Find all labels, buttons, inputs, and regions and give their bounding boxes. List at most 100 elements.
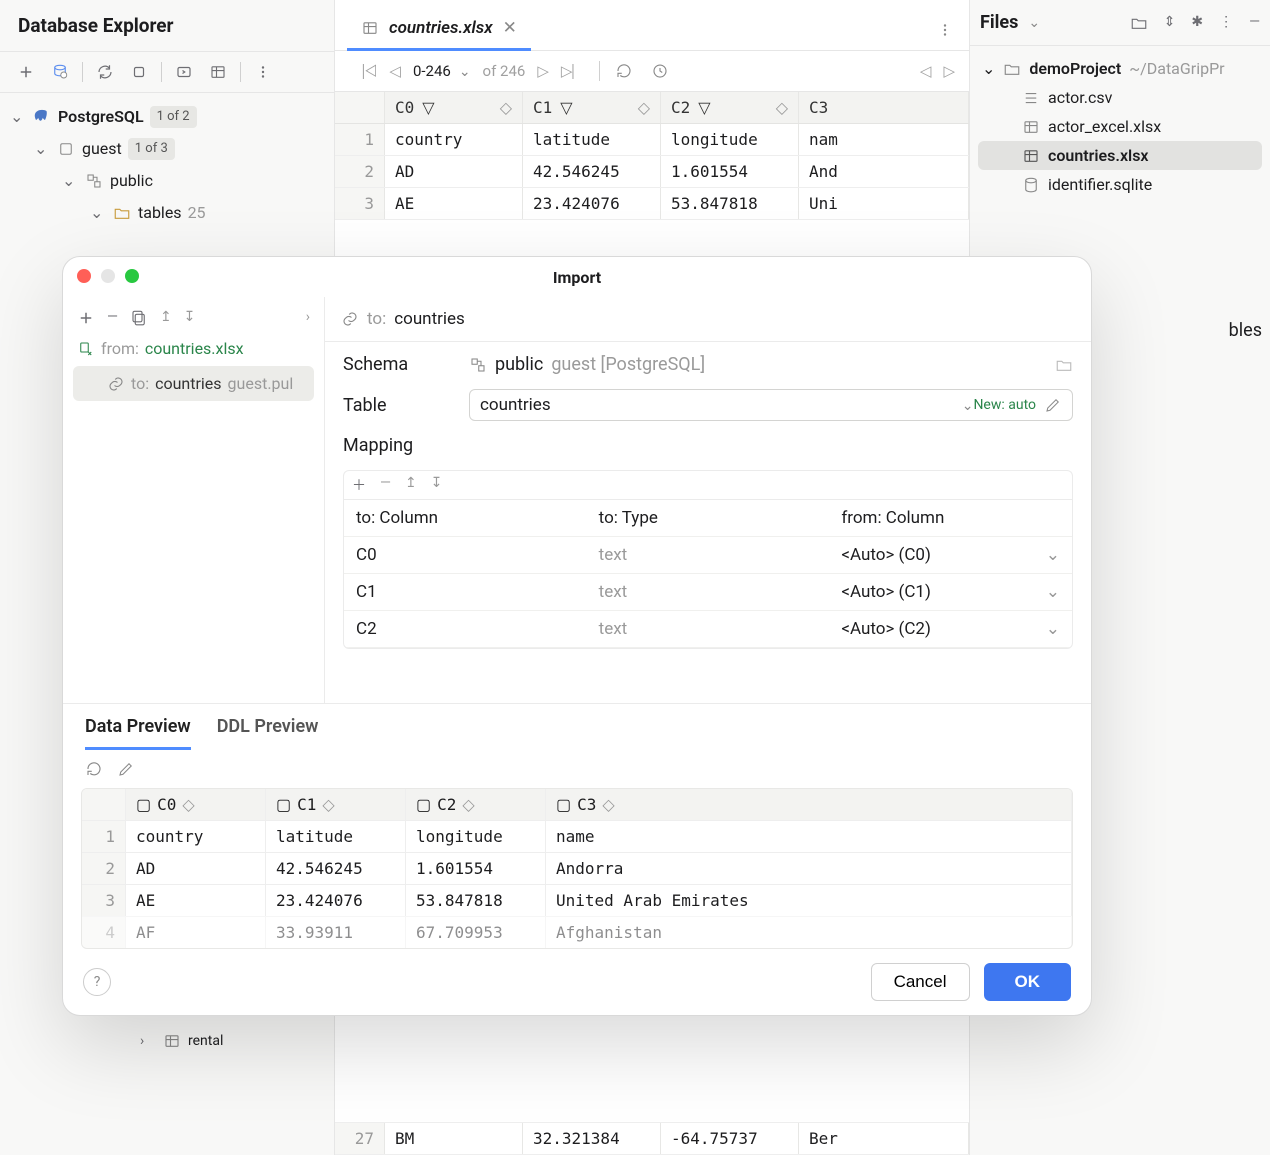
- destination-bar: to: countries: [325, 297, 1091, 342]
- mapping-row[interactable]: C2 text <Auto> (C2)⌄: [344, 611, 1072, 648]
- minimize-window-icon[interactable]: [101, 269, 115, 283]
- preview-col-header[interactable]: ▢ C3 ◇: [546, 789, 1072, 820]
- filter-icon[interactable]: ▽: [422, 98, 434, 117]
- ok-button[interactable]: OK: [984, 963, 1072, 1001]
- close-icon[interactable]: ✕: [503, 18, 517, 38]
- file-item[interactable]: countries.xlsx: [978, 141, 1262, 170]
- import-target-row[interactable]: to: countries guest.pul: [73, 366, 314, 401]
- cancel-button[interactable]: Cancel: [871, 963, 970, 1001]
- zoom-window-icon[interactable]: [125, 269, 139, 283]
- chevron-down-icon[interactable]: ⌄: [1046, 619, 1060, 639]
- preview-row[interactable]: 2 AD 42.546245 1.601554 Andorra: [82, 852, 1072, 884]
- chevron-down-icon[interactable]: ⌄: [1046, 545, 1060, 565]
- more-icon[interactable]: [251, 60, 275, 84]
- target-icon[interactable]: ✱: [1191, 14, 1203, 32]
- col-header[interactable]: C1▽◇: [523, 92, 661, 123]
- tree-database[interactable]: ⌄ guest 1 of 3: [6, 133, 328, 165]
- col-header[interactable]: C3: [799, 92, 969, 123]
- col-header[interactable]: C0▽◇: [385, 92, 523, 123]
- datasource-settings-icon[interactable]: [48, 60, 72, 84]
- import-icon[interactable]: ↧: [184, 309, 196, 327]
- tree-tables[interactable]: ⌄ tables 25: [6, 197, 328, 229]
- edit-icon[interactable]: [1044, 396, 1062, 414]
- project-path: ~/DataGripPr: [1129, 59, 1224, 78]
- minimize-icon[interactable]: —: [1249, 14, 1260, 32]
- stop-icon[interactable]: [127, 60, 151, 84]
- page-range[interactable]: 0-246: [413, 62, 471, 80]
- browse-folder-icon[interactable]: [1055, 356, 1073, 374]
- add-icon[interactable]: ＋: [352, 475, 366, 495]
- remove-icon[interactable]: —: [107, 309, 118, 327]
- add-icon[interactable]: [77, 309, 95, 327]
- copy-icon[interactable]: [130, 309, 148, 327]
- table-row-field: Table countries New: auto: [343, 389, 1073, 421]
- chevron-down-icon[interactable]: ⌄: [1046, 582, 1060, 602]
- tab-more-icon[interactable]: [933, 18, 957, 42]
- tree-datasource[interactable]: ⌄ PostgreSQL 1 of 2: [6, 101, 328, 133]
- count-badge: 1 of 3: [128, 138, 175, 160]
- file-item[interactable]: actor.csv: [978, 83, 1262, 112]
- to-label: to:: [131, 374, 149, 393]
- folder-icon[interactable]: [1130, 14, 1148, 32]
- folder-icon: [1003, 60, 1021, 78]
- console-icon[interactable]: [172, 60, 196, 84]
- preview-col-header[interactable]: ▢ C2 ◇: [406, 789, 546, 820]
- project-row[interactable]: ⌄ demoProject ~/DataGripPr: [978, 54, 1262, 83]
- close-window-icon[interactable]: [77, 269, 91, 283]
- chevron-down-icon[interactable]: [962, 395, 974, 415]
- preview-row[interactable]: 1 country latitude longitude name: [82, 820, 1072, 852]
- editor-tab[interactable]: countries.xlsx ✕: [347, 10, 531, 51]
- table-row[interactable]: 2 AD 42.546245 1.601554 And: [335, 156, 969, 188]
- file-item[interactable]: identifier.sqlite: [978, 170, 1262, 199]
- reload-icon[interactable]: [85, 760, 103, 778]
- chevron-right-icon[interactable]: ›: [306, 309, 310, 327]
- nav-back-icon[interactable]: ◁: [920, 62, 932, 80]
- table-icon[interactable]: [206, 60, 230, 84]
- refresh-icon[interactable]: [93, 60, 117, 84]
- file-item[interactable]: actor_excel.xlsx: [978, 112, 1262, 141]
- preview-row[interactable]: 4 AF 33.93911 67.709953 Afghanistan: [82, 916, 1072, 948]
- remove-icon[interactable]: —: [380, 475, 391, 495]
- export-icon[interactable]: ↥: [160, 309, 172, 327]
- data-grid-body[interactable]: 1 country latitude longitude nam 2 AD 42…: [335, 124, 969, 220]
- last-page-icon[interactable]: ▷⎸: [561, 62, 588, 80]
- edit-icon[interactable]: [117, 760, 135, 778]
- table-row[interactable]: 27 BM 32.321384 -64.75737 Ber: [335, 1123, 969, 1155]
- tree-schema[interactable]: ⌄ public: [6, 165, 328, 197]
- down-icon[interactable]: ↧: [431, 475, 443, 495]
- history-icon[interactable]: [648, 59, 672, 83]
- mapping-row[interactable]: C0 text <Auto> (C0)⌄: [344, 537, 1072, 574]
- more-icon[interactable]: ⋮: [1219, 14, 1233, 32]
- collapse-icon[interactable]: ⇕: [1164, 14, 1176, 32]
- data-grid-tail[interactable]: 27 BM 32.321384 -64.75737 Ber: [335, 1122, 969, 1155]
- tab-data-preview[interactable]: Data Preview: [85, 716, 191, 750]
- preview-col-header[interactable]: ▢ C1 ◇: [266, 789, 406, 820]
- table-field-label: Table: [343, 395, 453, 416]
- mapping-row[interactable]: C1 text <Auto> (C1)⌄: [344, 574, 1072, 611]
- from-label: from:: [101, 339, 139, 358]
- tab-ddl-preview[interactable]: DDL Preview: [217, 716, 319, 750]
- next-page-icon[interactable]: ▷: [537, 62, 549, 80]
- table-icon: [162, 1032, 182, 1050]
- table-name-input[interactable]: countries New: auto: [469, 389, 1073, 421]
- help-icon[interactable]: ?: [83, 968, 111, 996]
- filter-icon[interactable]: ▽: [560, 98, 572, 117]
- nav-fwd-icon[interactable]: ▷: [943, 62, 955, 80]
- tree-table-leaf[interactable]: › rental: [10, 1028, 229, 1054]
- import-source-row[interactable]: from: countries.xlsx: [73, 331, 314, 366]
- table-row[interactable]: 3 AE 23.424076 53.847818 Uni: [335, 188, 969, 220]
- preview-col-header[interactable]: ▢ C0 ◇: [126, 789, 266, 820]
- col-header[interactable]: C2▽◇: [661, 92, 799, 123]
- preview-table[interactable]: ▢ C0 ◇ ▢ C1 ◇ ▢ C2 ◇ ▢ C3 ◇ 1 country la…: [81, 788, 1073, 949]
- prev-page-icon[interactable]: ◁: [389, 62, 401, 80]
- up-icon[interactable]: ↥: [405, 475, 417, 495]
- table-row[interactable]: 1 country latitude longitude nam: [335, 124, 969, 156]
- chevron-down-icon[interactable]: [1028, 15, 1040, 31]
- reload-icon[interactable]: [612, 59, 636, 83]
- preview-row[interactable]: 3 AE 23.424076 53.847818 United Arab Emi…: [82, 884, 1072, 916]
- chevron-down-icon: ⌄: [10, 105, 26, 129]
- dialog-titlebar[interactable]: Import: [63, 257, 1091, 297]
- first-page-icon[interactable]: ⎹◁: [349, 62, 377, 80]
- filter-icon[interactable]: ▽: [698, 98, 710, 117]
- add-icon[interactable]: [14, 60, 38, 84]
